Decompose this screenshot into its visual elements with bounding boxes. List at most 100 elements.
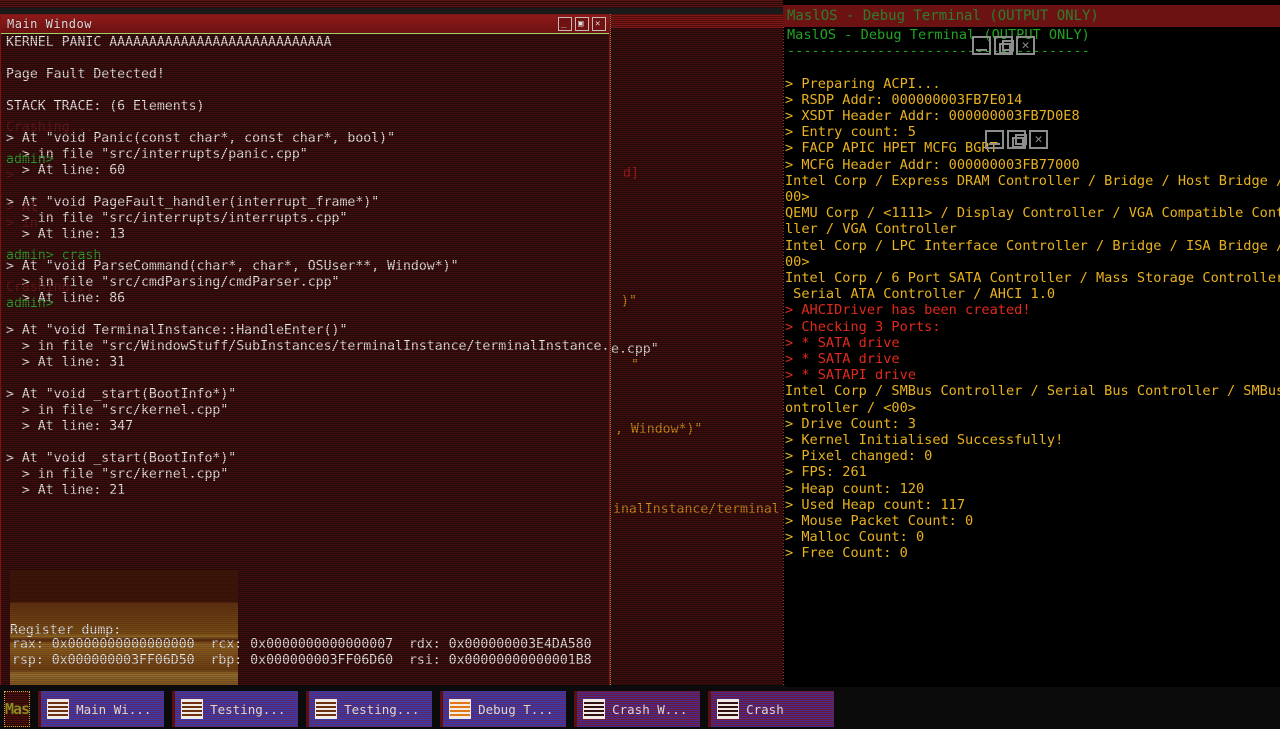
main-window-body: KERNEL PANIC AAAAAAAAAAAAAAAAAAAAAAAAAAA… (2, 35, 608, 685)
panic-line (2, 179, 608, 195)
taskbar-button-label: Debug T... (478, 702, 553, 717)
panic-line: > At line: 21 (2, 483, 608, 499)
panic-line: > in file "src/interrupts/interrupts.cpp… (2, 211, 608, 227)
panic-line (2, 115, 608, 131)
maximize-icon[interactable] (1007, 130, 1026, 149)
main-window-title: Main Window (1, 17, 92, 31)
terminal-left-edge (783, 27, 784, 687)
register-row: rax: 0x0000000000000000 rcx: 0x000000000… (8, 637, 608, 653)
taskbar-button-label: Crash (746, 702, 784, 717)
debug-terminal-line: > AHCIDriver has been created! (783, 302, 1280, 318)
debug-terminal-line: 00> (783, 189, 1280, 205)
panic-line: > At line: 347 (2, 419, 608, 435)
debug-terminal-line: > Free Count: 0 (783, 545, 1280, 561)
minimize-icon[interactable] (985, 130, 1004, 149)
main-window[interactable]: Main Window _ ▣ ✕ KERNEL PANIC AAAAAAAAA… (0, 14, 610, 687)
debug-terminal-line: Intel Corp / Express DRAM Controller / B… (783, 173, 1280, 189)
panic-line: > in file "src/cmdParsing/cmdParser.cpp" (2, 275, 608, 291)
close-icon[interactable] (1029, 130, 1048, 149)
taskbar-button[interactable]: Debug T... (440, 691, 566, 727)
maximize-icon[interactable] (994, 36, 1013, 55)
close-icon[interactable]: ✕ (592, 17, 606, 31)
debug-terminal-line: ller / VGA Controller (783, 221, 1280, 237)
taskbar-button[interactable]: Testing... (172, 691, 298, 727)
taskbar-button[interactable]: Testing... (306, 691, 432, 727)
taskbar-items[interactable]: Mas Main Wi... Testing... Testing... Debug … (0, 689, 785, 729)
minimize-icon[interactable] (972, 36, 991, 55)
panic-line: > At "void TerminalInstance::HandleEnter… (2, 323, 608, 339)
debug-terminal-line: > RSDP Addr: 000000003FB7E014 (783, 92, 1280, 108)
debug-terminal-line: Intel Corp / LPC Interface Controller / … (783, 238, 1280, 254)
start-button-label: Mas (5, 700, 29, 718)
taskbar-button-label: Crash W... (612, 702, 687, 717)
panic-line: > At "void _start(BootInfo*)" (2, 387, 608, 403)
panic-line (2, 83, 608, 99)
kernel-panic-output: KERNEL PANIC AAAAAAAAAAAAAAAAAAAAAAAAAAA… (2, 35, 608, 499)
debug-terminal-line: Serial ATA Controller / AHCI 1.0 (783, 286, 1280, 302)
debug-terminal-window[interactable]: MaslOS - Debug Terminal (OUTPUT ONLY) Ma… (783, 0, 1280, 687)
window-controls-cluster-upper[interactable] (972, 36, 1035, 55)
panic-line (2, 51, 608, 67)
panic-line: > At line: 13 (2, 227, 608, 243)
desktop-top-strip-corrupt (0, 0, 783, 8)
debug-terminal-line: > XSDT Header Addr: 000000003FB7D0E8 (783, 108, 1280, 124)
panic-line: > At "void Panic(const char*, const char… (2, 131, 608, 147)
window-icon (47, 699, 69, 719)
register-row: rsp: 0x000000003FF06D50 rbp: 0x000000003… (8, 653, 608, 669)
taskbar-button[interactable]: Main Wi... (38, 691, 164, 727)
panic-line: > in file "src/kernel.cpp" (2, 403, 608, 419)
taskbar[interactable]: Mas Main Wi... Testing... Testing... Debug … (0, 685, 785, 729)
panic-line: > At line: 86 (2, 291, 608, 307)
background-crash-titlebar[interactable] (611, 14, 785, 28)
spacer (783, 59, 1280, 75)
panic-line: > in file "src/interrupts/panic.cpp" (2, 147, 608, 163)
close-icon[interactable] (1016, 36, 1035, 55)
debug-terminal-line: Intel Corp / SMBus Controller / Serial B… (783, 383, 1280, 399)
debug-terminal-line: > Malloc Count: 0 (783, 529, 1280, 545)
start-button[interactable]: Mas (4, 691, 30, 727)
taskbar-button[interactable]: Crash W... (574, 691, 700, 727)
debug-terminal-ghost-titlebar[interactable]: MaslOS - Debug Terminal (OUTPUT ONLY) (783, 5, 1280, 27)
main-window-titlebar[interactable]: Main Window _ ▣ ✕ (1, 15, 609, 34)
panic-line: > in file "src/kernel.cpp" (2, 467, 608, 483)
debug-terminal-line: ontroller / <00> (783, 400, 1280, 416)
debug-terminal-line: Intel Corp / 6 Port SATA Controller / Ma… (783, 270, 1280, 286)
panic-line: KERNEL PANIC AAAAAAAAAAAAAAAAAAAAAAAAAAA… (2, 35, 608, 51)
background-crash-fragment: " (631, 358, 639, 374)
debug-terminal-line: QEMU Corp / <1111> / Display Controller … (783, 205, 1280, 221)
window-controls-cluster-lower[interactable] (985, 130, 1048, 149)
maximize-icon[interactable]: ▣ (575, 17, 589, 31)
background-crash-fragment: d] (623, 166, 639, 182)
debug-terminal-line: > Heap count: 120 (783, 481, 1280, 497)
register-dump-heading: Register dump: (10, 623, 121, 638)
debug-terminal-line: > FPS: 261 (783, 464, 1280, 480)
background-crash-window[interactable]: d])"e.cpp"", Window*)"inalInstance/termi… (610, 14, 785, 687)
crash-icon (583, 699, 605, 719)
panic-line (2, 371, 608, 387)
debug-terminal-line: > * SATA drive (783, 335, 1280, 351)
window-icon (315, 699, 337, 719)
panic-line: > At line: 60 (2, 163, 608, 179)
background-crash-fragment: inalInstance/terminal (613, 502, 780, 518)
crash-icon (717, 699, 739, 719)
debug-terminal-line: > * SATA drive (783, 351, 1280, 367)
debug-terminal-line: > Drive Count: 3 (783, 416, 1280, 432)
window-icon (181, 699, 203, 719)
desktop-root: d])"e.cpp"", Window*)"inalInstance/termi… (0, 0, 1280, 729)
minimize-icon[interactable]: _ (558, 17, 572, 31)
debug-terminal-line: > Kernel Initialised Successfully! (783, 432, 1280, 448)
background-crash-fragment: )" (621, 294, 637, 310)
taskbar-right-filler (785, 687, 1280, 729)
panic-line: > in file "src/WindowStuff/SubInstances/… (2, 339, 608, 355)
debug-terminal-line: > Mouse Packet Count: 0 (783, 513, 1280, 529)
taskbar-button-label: Testing... (210, 702, 285, 717)
taskbar-button[interactable]: Crash (708, 691, 834, 727)
register-dump-heading-wrap: Register dump: (10, 619, 121, 639)
main-window-controls[interactable]: _ ▣ ✕ (558, 17, 606, 31)
debug-terminal-line: > Used Heap count: 117 (783, 497, 1280, 513)
panic-line: STACK TRACE: (6 Elements) (2, 99, 608, 115)
panic-line: > At "void ParseCommand(char*, char*, OS… (2, 259, 608, 275)
background-crash-fragment: e.cpp" (611, 342, 659, 358)
taskbar-window-buttons[interactable]: Main Wi... Testing... Testing... Debug T...… (30, 691, 834, 727)
panic-line (2, 307, 608, 323)
